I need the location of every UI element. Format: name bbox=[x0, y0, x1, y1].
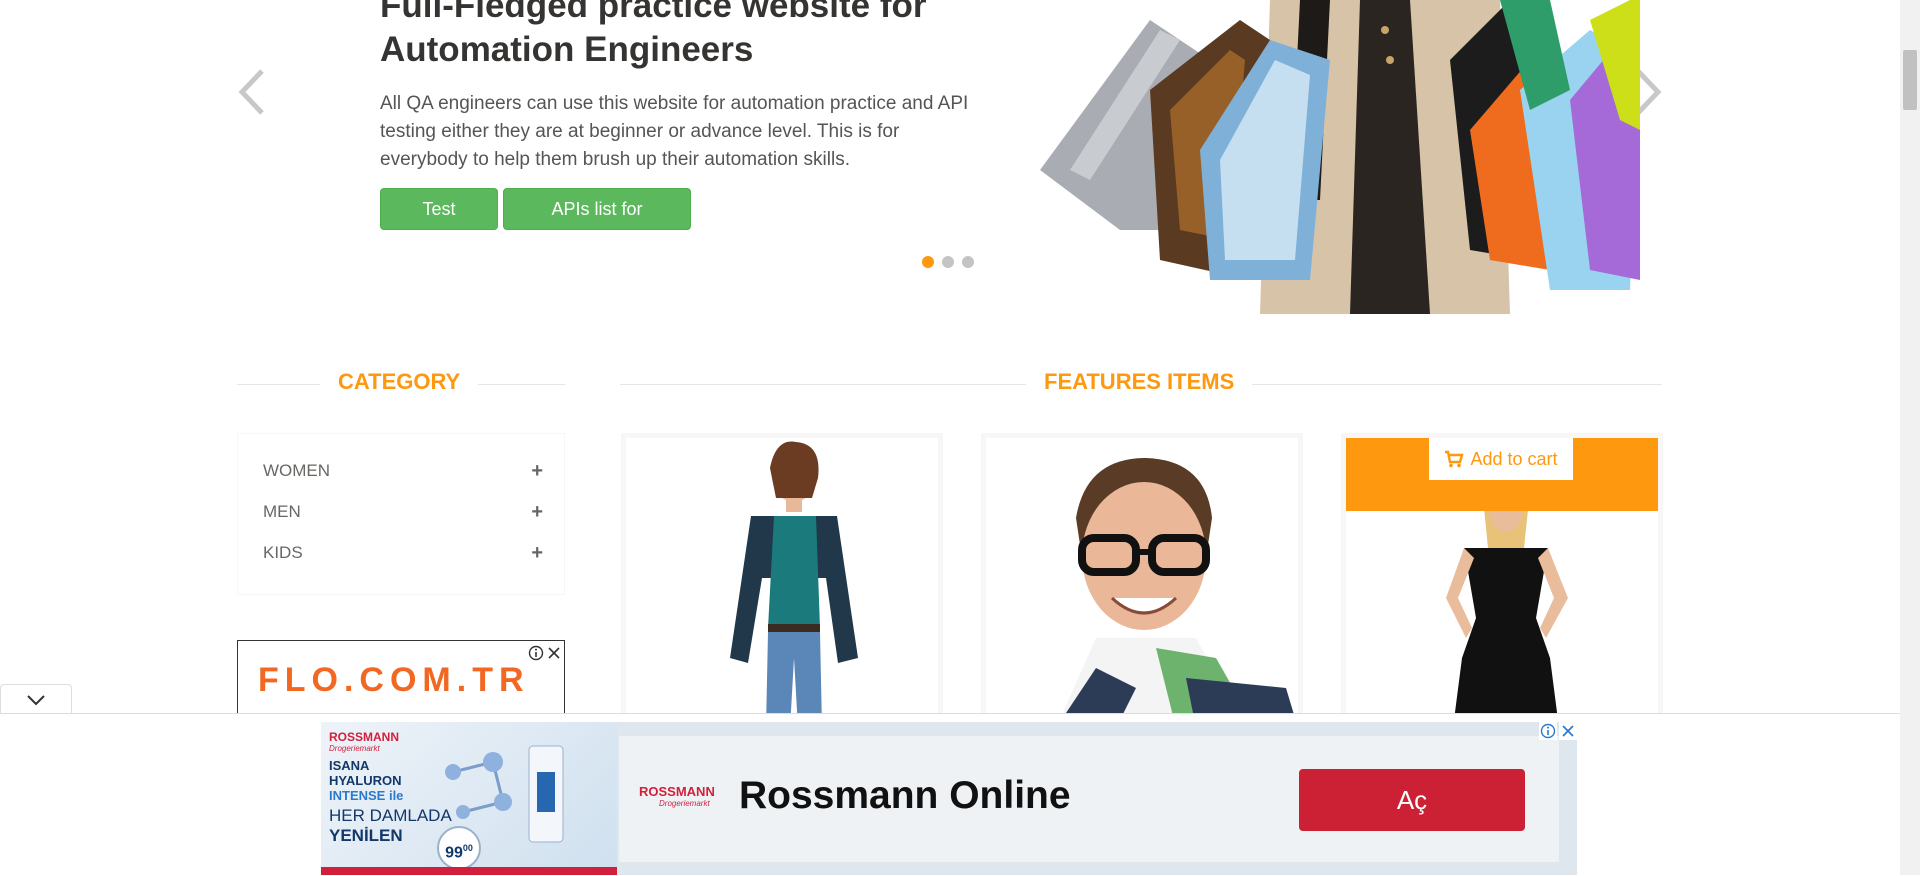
ad-product-text: ISANA HYALURON INTENSE ile bbox=[329, 758, 403, 803]
category-title: Category bbox=[320, 369, 479, 395]
ad-product-line2: HYALURON bbox=[329, 773, 402, 788]
scrollbar-thumb[interactable] bbox=[1903, 50, 1917, 110]
plus-icon[interactable]: + bbox=[531, 460, 543, 483]
category-item-label: Men bbox=[263, 502, 301, 521]
add-to-cart-button[interactable]: Add to cart bbox=[1429, 438, 1573, 480]
close-icon[interactable] bbox=[546, 645, 562, 661]
hero-title-line2: Automation Engineers bbox=[380, 30, 754, 69]
flo-logo: FLO.COM.TR bbox=[258, 661, 530, 699]
hero-description: All QA engineers can use this website fo… bbox=[380, 93, 969, 170]
category-item-label: Kids bbox=[263, 543, 303, 562]
product-image bbox=[1056, 458, 1298, 728]
shopping-cart-icon bbox=[1445, 450, 1465, 468]
ad-info-icon[interactable] bbox=[528, 645, 544, 661]
ad-card[interactable]: ROSSMANN Drogeriemarkt Rossmann Online A… bbox=[619, 736, 1559, 862]
ad-brand-tagline: Drogeriemarkt bbox=[329, 744, 380, 753]
plus-icon[interactable]: + bbox=[531, 501, 543, 524]
category-panel: Women + Men + Kids + bbox=[237, 433, 565, 595]
chevron-down-icon bbox=[27, 694, 45, 705]
ad-product-line3: INTENSE ile bbox=[329, 788, 404, 803]
ad-brand: ROSSMANN bbox=[329, 730, 400, 744]
plus-icon[interactable]: + bbox=[531, 542, 543, 565]
carousel-dot[interactable] bbox=[922, 256, 934, 268]
page-scrollbar[interactable] bbox=[1900, 0, 1920, 875]
bottom-ad[interactable]: ROSSMANN Drogeriemarkt ISANA HYALURON IN… bbox=[321, 722, 1577, 875]
product-card: Add to cart bbox=[1341, 433, 1663, 733]
category-item-men[interactable]: Men + bbox=[263, 497, 543, 527]
ad-info-button[interactable] bbox=[1539, 722, 1557, 740]
product-image bbox=[730, 441, 858, 728]
test-cases-button[interactable]: Test Cases bbox=[380, 188, 498, 259]
add-to-cart-label: Add to cart bbox=[1470, 448, 1558, 469]
product-card bbox=[621, 433, 943, 733]
ad-product-image: ROSSMANN Drogeriemarkt ISANA HYALURON IN… bbox=[321, 722, 617, 875]
ad-card-tagline: Drogeriemarkt bbox=[659, 799, 710, 808]
product-card bbox=[981, 433, 1303, 733]
ad-price-cents: 00 bbox=[462, 843, 473, 853]
side-ad[interactable]: FLO.COM.TR bbox=[237, 640, 565, 720]
category-item-label: Women bbox=[263, 461, 331, 480]
product-overlay: Add to cart bbox=[1346, 438, 1658, 511]
category-item-women[interactable]: Women + bbox=[263, 456, 543, 486]
features-title: Features Items bbox=[1026, 369, 1253, 395]
carousel-prev-arrow[interactable] bbox=[232, 62, 272, 122]
ad-info-icon bbox=[1540, 723, 1556, 739]
ad-price-badge: 9900 bbox=[437, 826, 481, 870]
close-icon bbox=[1562, 725, 1574, 737]
ad-title: Rossmann Online bbox=[739, 774, 1071, 817]
ad-product-line5: YENİLEN bbox=[329, 826, 403, 845]
ad-price: 99 bbox=[445, 844, 463, 862]
category-item-kids[interactable]: Kids + bbox=[263, 538, 543, 568]
hero-shopping-image bbox=[1030, 0, 1640, 314]
ad-product-line1: ISANA bbox=[329, 758, 370, 773]
chevron-left-icon bbox=[238, 69, 264, 115]
carousel-dot[interactable] bbox=[942, 256, 954, 268]
ad-close-button[interactable] bbox=[1559, 722, 1577, 740]
ad-image-footer-strip bbox=[321, 867, 617, 875]
hero-title-line1: Full-Fledged practice website for bbox=[380, 0, 927, 25]
apis-list-button[interactable]: APIs list for practice bbox=[503, 188, 691, 259]
carousel-indicators bbox=[922, 256, 974, 268]
ad-card-brand: ROSSMANN bbox=[639, 784, 715, 799]
carousel-dot[interactable] bbox=[962, 256, 974, 268]
ad-open-button[interactable]: Aç bbox=[1299, 769, 1525, 831]
hero-title: Full-Fledged practice website for Automa… bbox=[380, 0, 926, 72]
collapse-ad-button[interactable] bbox=[0, 684, 72, 714]
